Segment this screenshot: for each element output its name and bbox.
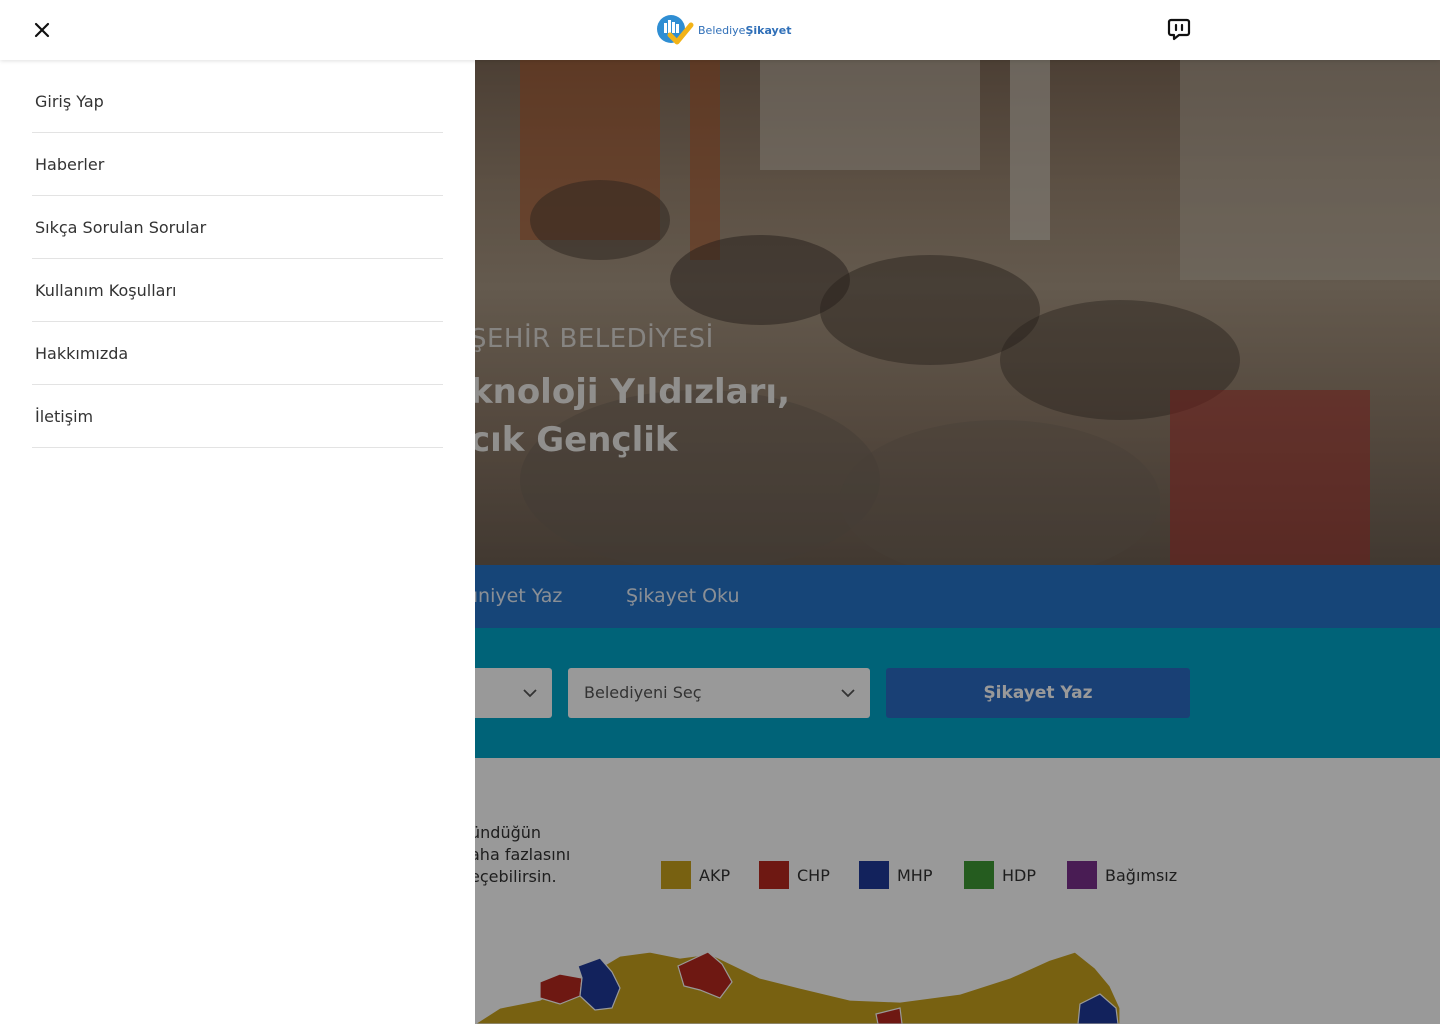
menu-item-label: Haberler bbox=[35, 155, 105, 174]
logo-text-part1: Belediye bbox=[698, 23, 746, 37]
menu-item-label: Hakkımızda bbox=[35, 344, 129, 363]
side-drawer-menu: Giriş Yap Haberler Sıkça Sorulan Sorular… bbox=[0, 60, 475, 1024]
menu-item-label: Giriş Yap bbox=[35, 92, 104, 111]
menu-item-label: Kullanım Koşulları bbox=[35, 281, 177, 300]
site-logo[interactable]: BelediyeŞikayet bbox=[656, 12, 791, 48]
menu-item-contact[interactable]: İletişim bbox=[32, 385, 443, 448]
menu-item-label: Sıkça Sorulan Sorular bbox=[35, 218, 207, 237]
menu-item-terms[interactable]: Kullanım Koşulları bbox=[32, 259, 443, 322]
chat-button[interactable] bbox=[1166, 17, 1192, 43]
menu-item-faq[interactable]: Sıkça Sorulan Sorular bbox=[32, 196, 443, 259]
chat-icon bbox=[1167, 18, 1191, 41]
close-menu-button[interactable] bbox=[32, 20, 52, 40]
menu-item-label: İletişim bbox=[35, 407, 94, 426]
logo-icon bbox=[657, 15, 694, 45]
menu-item-about[interactable]: Hakkımızda bbox=[32, 322, 443, 385]
menu-item-news[interactable]: Haberler bbox=[32, 133, 443, 196]
logo-text: BelediyeŞikayet bbox=[698, 24, 791, 37]
top-header: BelediyeŞikayet bbox=[0, 0, 1440, 60]
close-icon bbox=[34, 22, 50, 38]
logo-text-part2: Şikayet bbox=[745, 23, 792, 37]
menu-item-login[interactable]: Giriş Yap bbox=[32, 70, 443, 133]
